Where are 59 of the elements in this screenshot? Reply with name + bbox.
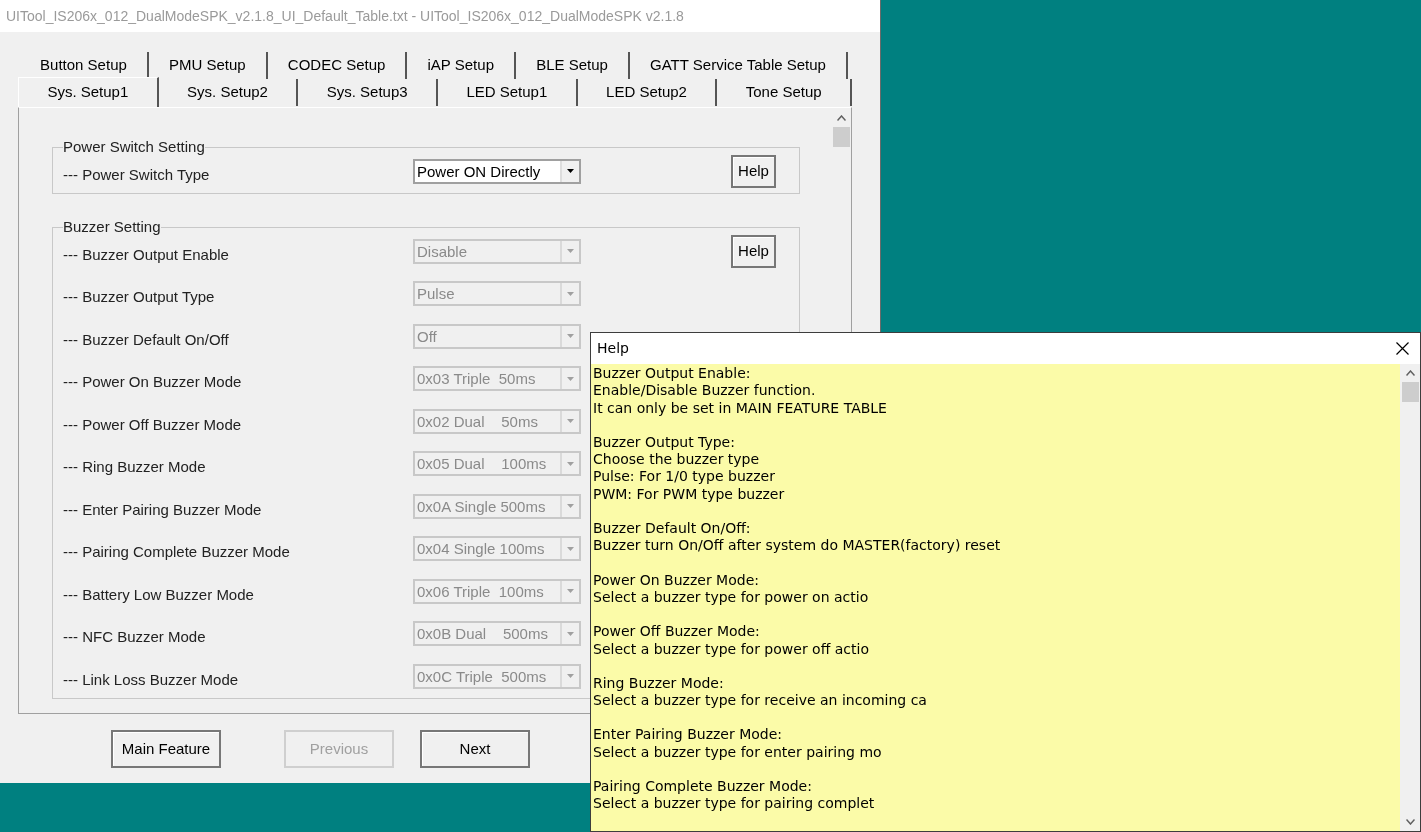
help-text-line: Choose the buzzer type <box>593 451 761 469</box>
help-title: Help <box>597 339 629 358</box>
group-title: Power Switch Setting <box>63 137 205 157</box>
nav-button[interactable]: Next <box>420 730 530 768</box>
nav-button[interactable]: Main Feature <box>111 730 221 768</box>
tab[interactable]: Sys. Setup1 <box>18 77 159 107</box>
setting-label: --- Power On Buzzer Mode <box>63 372 243 392</box>
help-text-line: Enable/Disable Buzzer function. <box>593 382 817 400</box>
setting-label: --- Power Off Buzzer Mode <box>63 414 243 435</box>
help-text-line: Power On Buzzer Mode: <box>593 571 760 589</box>
caret-icon <box>567 504 574 508</box>
scroll-down-icon[interactable] <box>1405 819 1415 825</box>
setting-label: --- NFC Buzzer Mode <box>63 627 207 647</box>
close-icon[interactable] <box>1396 342 1409 355</box>
help-text-line: Select a buzzer type for power off actio <box>593 640 870 658</box>
help-text-line: Buzzer Output Type: <box>593 433 736 452</box>
help-button[interactable]: Help <box>731 234 776 268</box>
caret-icon <box>567 631 574 636</box>
dropdown[interactable]: Power ON Directly <box>413 158 581 184</box>
setting-label: --- Link Loss Buzzer Mode <box>63 669 240 690</box>
setting-label: --- Ring Buzzer Mode <box>63 457 207 477</box>
caret-icon <box>567 461 574 466</box>
scrollbar-thumb[interactable] <box>832 127 850 147</box>
help-button[interactable]: Help <box>731 154 776 188</box>
help-text-line: Buzzer turn On/Off after system do MASTER(factory) reset <box>593 537 1002 555</box>
scroll-up-icon[interactable] <box>1405 370 1415 376</box>
scrollbar-thumb[interactable] <box>1401 382 1419 402</box>
caret-icon <box>567 589 574 593</box>
help-text-line: PWM: For PWM type buzzer <box>593 485 786 504</box>
caret-icon <box>567 419 574 423</box>
window-title: UITool_IS206x_012_DualModeSPK_v2.1.8_UI_Default_Table.txt - UITool_IS206x_012_DualModeSPK v2.1.8 <box>6 6 684 26</box>
help-text-line: Pairing Complete Buzzer Mode: <box>593 778 813 796</box>
caret-icon <box>567 291 574 296</box>
setting-label: --- Buzzer Default On/Off <box>63 329 230 350</box>
help-text-line: Ring Buzzer Mode: <box>593 674 725 693</box>
setting-label: --- Power Switch Type <box>63 164 211 185</box>
help-text-line: Select a buzzer type for pairing complet <box>593 795 876 813</box>
help-text-line: Select a buzzer type for enter pairing mo <box>593 743 883 762</box>
caret-icon <box>567 334 574 338</box>
caret-icon <box>567 249 574 253</box>
help-text-line: Buzzer Default On/Off: <box>593 520 752 538</box>
setting-label: --- Pairing Complete Buzzer Mode <box>63 542 291 562</box>
help-text-line: Select a buzzer type for receive an incoming ca <box>593 692 928 710</box>
help-text-line: Pulse: For 1/0 type buzzer <box>593 468 776 486</box>
help-text-line: It can only be set in MAIN FEATURE TABLE <box>593 399 888 417</box>
setting-label: --- Enter Pairing Buzzer Mode <box>63 499 263 520</box>
group-title: Buzzer Setting <box>63 217 161 237</box>
setting-label: --- Buzzer Output Type <box>63 287 216 307</box>
help-text-line: Power Off Buzzer Mode: <box>593 623 761 641</box>
help-text-line: Select a buzzer type for power on actio <box>593 588 870 607</box>
setting-label: --- Buzzer Output Enable <box>63 244 230 265</box>
caret-icon <box>567 169 574 173</box>
help-text-line: Buzzer Output Enable: <box>593 365 752 383</box>
scroll-up-icon[interactable] <box>836 115 846 121</box>
setting-label: --- Battery Low Buzzer Mode <box>63 584 255 605</box>
caret-icon <box>567 546 574 551</box>
help-text-line: Enter Pairing Buzzer Mode: <box>593 726 784 744</box>
caret-icon <box>567 376 574 381</box>
caret-icon <box>567 674 574 678</box>
